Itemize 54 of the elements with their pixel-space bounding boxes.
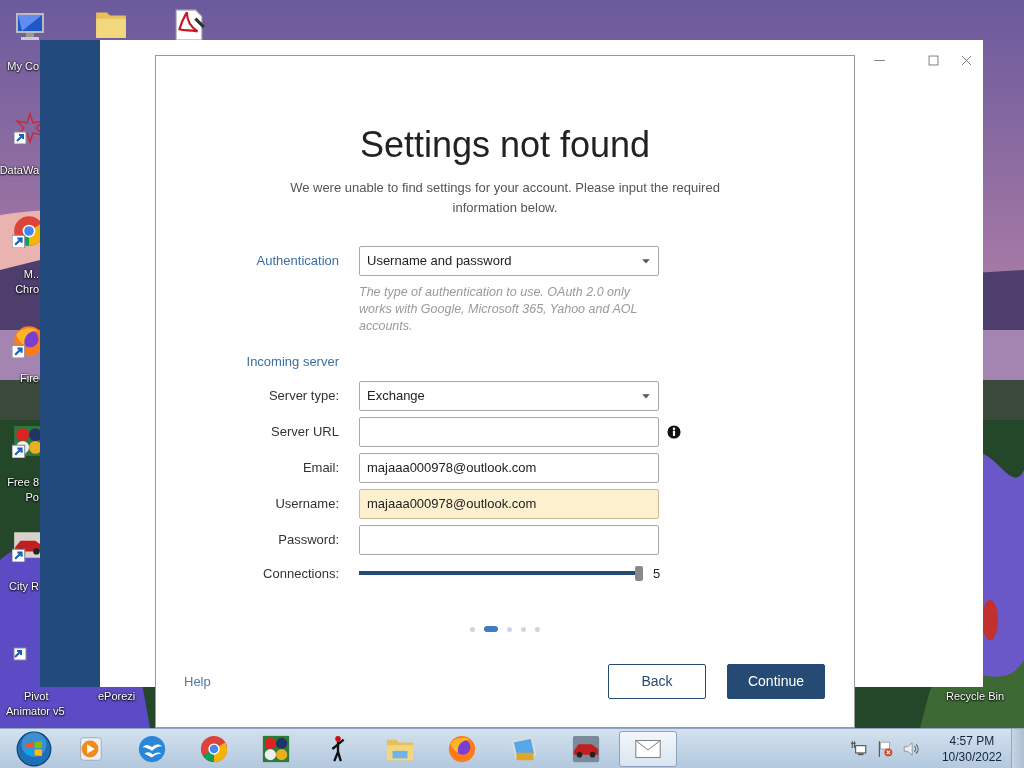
- clock-date[interactable]: 10/30/2022: [941, 748, 1002, 765]
- section-heading: Incoming server: [245, 353, 339, 371]
- billiard-balls-icon: [261, 733, 291, 764]
- input-field[interactable]: [359, 524, 659, 555]
- field-label: Authentication: [255, 252, 339, 271]
- speaker-icon[interactable]: [901, 739, 920, 758]
- icon-label[interactable]: Free 8: [7, 475, 39, 490]
- field-label: Server type:: [267, 386, 339, 405]
- billiard-balls-icon[interactable]: [12, 424, 40, 458]
- icon-label[interactable]: Animator v5: [6, 704, 65, 719]
- icon-label[interactable]: City R: [9, 579, 39, 594]
- back-button[interactable]: Back: [608, 664, 706, 699]
- info-icon[interactable]: [667, 425, 681, 440]
- clock-time[interactable]: 4:57 PM: [941, 732, 1002, 749]
- icon-label[interactable]: DataWa: [0, 163, 39, 178]
- maximize-icon[interactable]: [927, 54, 940, 68]
- icon-label[interactable]: My Co: [7, 59, 39, 74]
- dropdown[interactable]: Exchange: [359, 380, 659, 411]
- input-field[interactable]: [359, 416, 659, 447]
- star-icon[interactable]: [14, 112, 40, 144]
- icon-label[interactable]: Po: [25, 490, 39, 505]
- field-label: Username:: [274, 494, 339, 513]
- page-dot[interactable]: [507, 626, 512, 632]
- page-dot[interactable]: [521, 626, 526, 632]
- icon-label[interactable]: Chro: [15, 282, 39, 297]
- browser-icon: [199, 733, 229, 764]
- field-label: Connections:: [262, 564, 339, 583]
- icon-label[interactable]: Pivot: [24, 689, 49, 704]
- hint-text: The type of authentication to use. OAuth 2.0 only works with Google, Microsoft 365, Yahoo and AOL accounts.: [359, 284, 639, 335]
- dialog-title: Settings not found: [358, 123, 652, 167]
- continue-button[interactable]: Continue: [727, 664, 825, 699]
- slider-value: 5: [653, 564, 661, 583]
- help-link[interactable]: Help: [184, 671, 211, 692]
- page-dot[interactable]: [535, 626, 540, 632]
- slider[interactable]: [359, 565, 643, 581]
- input-field[interactable]: majaaa000978@outlook.com: [359, 452, 659, 483]
- field-label: Password:: [277, 530, 339, 549]
- globe-icon: [447, 733, 477, 764]
- field-label: Email:: [301, 458, 339, 477]
- icon-label[interactable]: Recycle Bin: [946, 689, 1005, 704]
- input-field[interactable]: majaaa000978@outlook.com: [359, 488, 659, 519]
- page-dot[interactable]: [470, 626, 475, 632]
- computer-icon[interactable]: [14, 10, 46, 42]
- slider-thumb[interactable]: [635, 565, 643, 581]
- caret-icon: [641, 256, 651, 266]
- field-label: Server URL: [270, 422, 339, 441]
- dialog-description: We were unable to find settings for your account. Please input the required information below.: [289, 179, 721, 217]
- birds-icon: [137, 733, 167, 764]
- auth-dropdown[interactable]: Username and password: [359, 246, 659, 276]
- icon-label[interactable]: ePorezi: [98, 689, 136, 704]
- icon-label[interactable]: M..: [23, 267, 39, 282]
- close-icon[interactable]: [960, 54, 973, 68]
- network-icon[interactable]: [849, 739, 868, 758]
- car-icon: [571, 733, 601, 764]
